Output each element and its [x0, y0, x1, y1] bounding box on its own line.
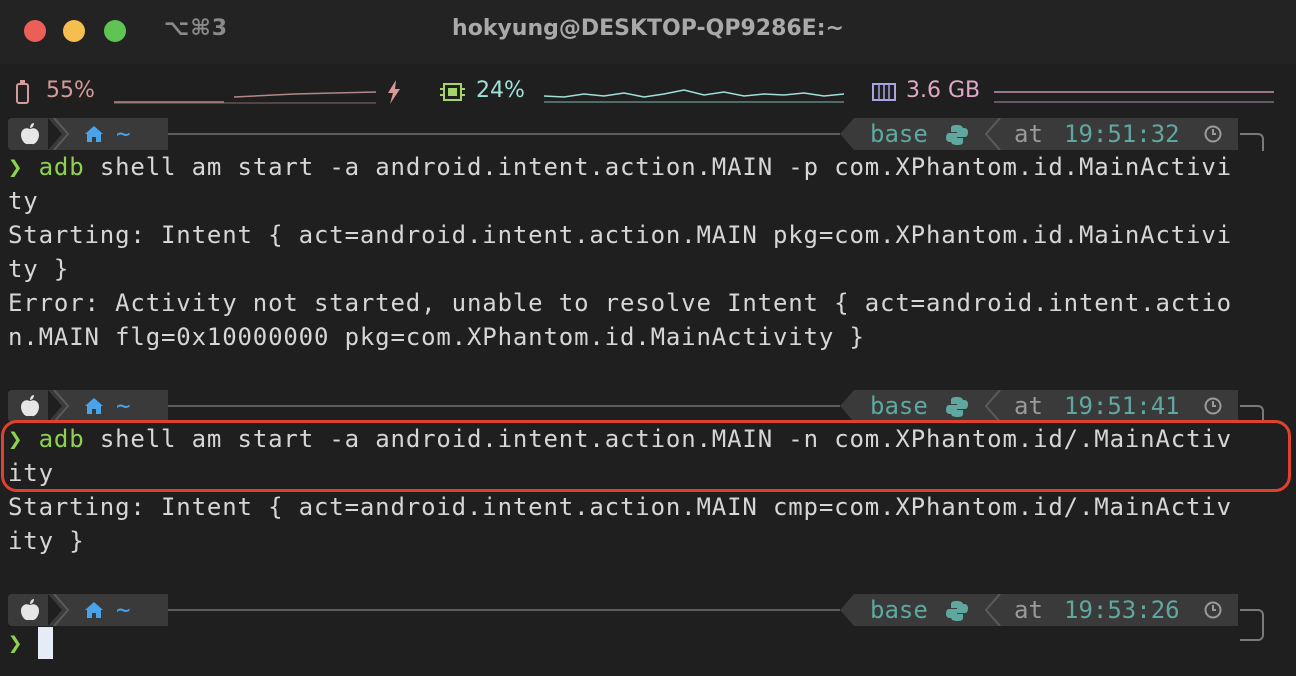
prompt-bar: ~ base at 19:51:32: [0, 118, 1296, 151]
memory-icon: [872, 83, 896, 101]
prompt-time: 19:53:26: [1064, 596, 1180, 624]
python-icon: [946, 601, 968, 621]
output-line: Starting: Intent { act=android.intent.ac…: [8, 493, 1232, 521]
home-icon: [85, 602, 103, 618]
at-label: at: [1014, 392, 1043, 420]
clock-icon: [1204, 601, 1222, 619]
prompt-bar: ~ base at 19:53:26: [0, 594, 1296, 641]
input-line[interactable]: ❯: [8, 626, 23, 660]
window-title: hokyung@DESKTOP-QP9286E:~: [452, 16, 844, 41]
title-bar: ⌥⌘3 hokyung@DESKTOP-QP9286E:~: [0, 0, 1296, 64]
conda-env: base: [870, 120, 928, 148]
output-line: ty: [8, 187, 39, 215]
home-segment: [48, 118, 168, 150]
home-segment: [48, 390, 168, 422]
home-segment: [48, 594, 168, 626]
charging-bolt-icon: [388, 80, 400, 104]
home-dir: ~: [116, 392, 131, 420]
prompt-bar: ~ base at 19:51:41: [0, 390, 1296, 423]
highlight-box: [1, 420, 1291, 492]
command-name: adb: [38, 153, 85, 181]
home-dir: ~: [116, 596, 131, 624]
cpu-icon: [440, 83, 465, 101]
python-icon: [946, 397, 968, 417]
cpu-percent: 24%: [476, 78, 525, 103]
conda-env: base: [870, 596, 928, 624]
memory-usage: 3.6 GB: [906, 78, 981, 103]
home-dir: ~: [116, 120, 131, 148]
prompt-corner: [1240, 609, 1264, 641]
prompt-corner: [1240, 133, 1264, 151]
command-line: ❯ adb shell am start -a android.intent.a…: [8, 150, 1232, 184]
output-line: n.MAIN flg=0x10000000 pkg=com.XPhantom.i…: [8, 323, 865, 351]
text-cursor: [38, 627, 53, 659]
at-label: at: [1014, 596, 1043, 624]
prompt-arrow: ❯: [8, 153, 24, 181]
output-line: ity }: [8, 527, 85, 555]
prompt-time: 19:51:41: [1064, 392, 1180, 420]
memory-graph: [994, 91, 1274, 103]
home-icon: [85, 126, 103, 142]
prompt-line: [168, 405, 840, 407]
output-line: Error: Activity not started, unable to r…: [8, 289, 1232, 317]
clock-icon: [1204, 397, 1222, 415]
prompt-line: [168, 609, 840, 611]
apple-icon: [21, 123, 39, 145]
apple-icon: [21, 599, 39, 621]
command-args: shell am start -a android.intent.action.…: [84, 153, 1232, 181]
battery-graph: [114, 91, 377, 104]
python-icon: [946, 125, 968, 145]
status-bar: 55% 24% 3.6 GB: [0, 68, 1296, 114]
output-line: Starting: Intent { act=android.intent.ac…: [8, 221, 1232, 249]
prompt-arrow: ❯: [8, 629, 24, 657]
battery-icon: [16, 80, 29, 104]
output-line: ty }: [8, 255, 70, 283]
conda-env: base: [870, 392, 928, 420]
apple-icon: [21, 395, 39, 417]
cpu-graph: [544, 89, 845, 103]
home-icon: [85, 398, 103, 414]
clock-icon: [1204, 125, 1222, 143]
at-label: at: [1014, 120, 1043, 148]
prompt-time: 19:51:32: [1064, 120, 1180, 148]
prompt-line: [168, 133, 840, 135]
battery-percent: 55%: [46, 78, 95, 103]
